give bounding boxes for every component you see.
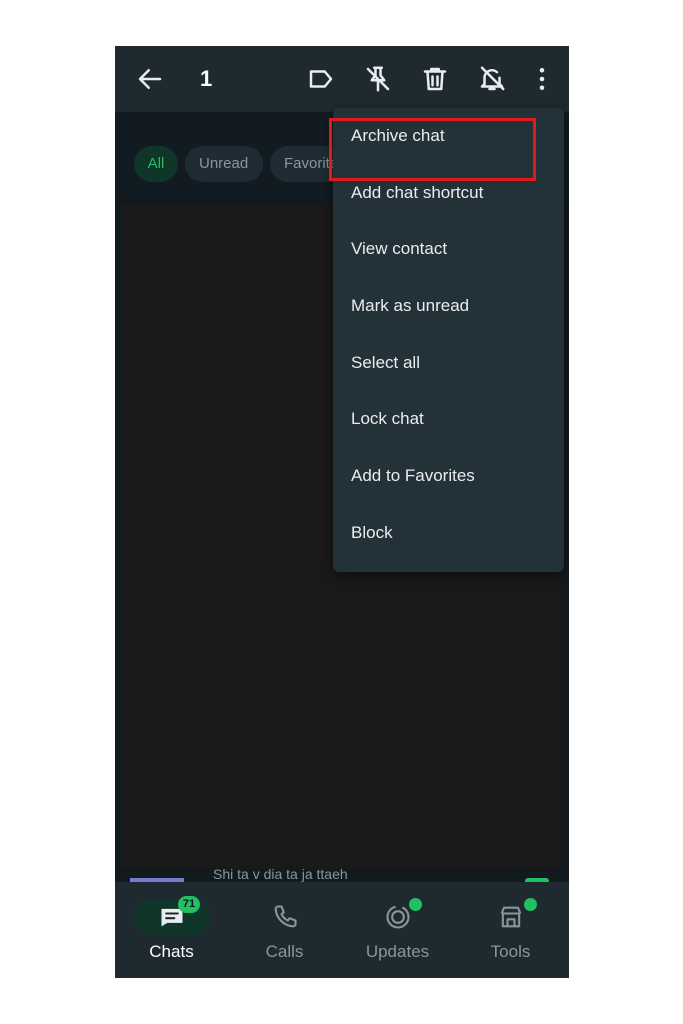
chat-preview-text: Shi ta v dia ta ja ttaeh (213, 868, 348, 882)
menu-item-lock-chat[interactable]: Lock chat (333, 391, 564, 447)
menu-item-mark-as-unread[interactable]: Mark as unread (333, 278, 564, 334)
filter-chip-unread[interactable]: Unread (185, 146, 263, 182)
bottom-navigation: 71 Chats Calls Updates Tools (115, 882, 569, 978)
mute-icon[interactable] (477, 64, 507, 94)
menu-item-select-all[interactable]: Select all (333, 335, 564, 391)
nav-tools[interactable]: Tools (454, 882, 567, 978)
highlight-box (329, 118, 536, 181)
nav-calls[interactable]: Calls (228, 882, 341, 978)
more-vertical-icon[interactable] (527, 64, 557, 94)
tools-dot-indicator (524, 898, 537, 911)
menu-item-add-to-favorites[interactable]: Add to Favorites (333, 448, 564, 504)
phone-screen: 1 All Unread Favorites Shi ta v dia ta j… (115, 46, 569, 978)
tools-icon (500, 906, 522, 928)
nav-chats[interactable]: 71 Chats (115, 882, 228, 978)
updates-dot-indicator (409, 898, 422, 911)
nav-updates[interactable]: Updates (341, 882, 454, 978)
back-arrow-icon[interactable] (135, 64, 165, 94)
delete-icon[interactable] (420, 64, 450, 94)
label-icon[interactable] (306, 64, 336, 94)
nav-label-tools: Tools (490, 942, 531, 961)
menu-item-block[interactable]: Block (333, 505, 564, 561)
updates-icon (386, 905, 410, 929)
nav-label-updates: Updates (365, 942, 430, 961)
selected-count: 1 (200, 66, 213, 91)
nav-label-chats: Chats (149, 942, 194, 961)
menu-item-view-contact[interactable]: View contact (333, 221, 564, 277)
filter-chip-all[interactable]: All (134, 146, 178, 182)
chat-row-peek[interactable]: Shi ta v dia ta ja ttaeh (115, 868, 569, 882)
calls-icon (274, 905, 297, 928)
unpin-icon[interactable] (363, 64, 393, 94)
nav-label-calls: Calls (265, 942, 304, 961)
chats-count-badge: 71 (178, 896, 200, 913)
selection-toolbar: 1 (115, 46, 569, 112)
